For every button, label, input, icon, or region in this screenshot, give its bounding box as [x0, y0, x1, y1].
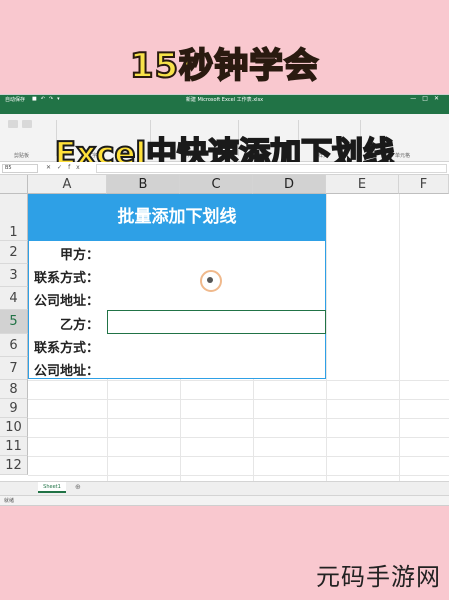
watermark: 元码手游网 [316, 563, 441, 591]
label-contact-b[interactable]: 联系方式： [28, 337, 99, 356]
row-header-11[interactable]: 11 [0, 437, 28, 456]
ribbon: 剪贴板 字体 对齐方式 数字 样式 单元格 Excel中快速添加下划线 [0, 114, 449, 173]
row-header-9[interactable]: 9 [0, 399, 28, 418]
formula-input[interactable] [96, 164, 447, 173]
select-all-corner[interactable] [0, 175, 28, 194]
row-header-2[interactable]: 2 [0, 241, 28, 264]
cut-icon[interactable] [22, 120, 32, 128]
spreadsheet-grid[interactable]: A B C D E F 1 2 3 4 5 6 7 8 9 10 11 12 批… [0, 175, 449, 481]
label-party-a[interactable]: 甲方： [28, 244, 99, 263]
column-header-d[interactable]: D [253, 175, 326, 194]
mouse-cursor-icon [207, 277, 213, 283]
title-bar: 自动保存 ■↶↷▾ 新建 Microsoft Excel 工作表.xlsx —□… [0, 95, 449, 105]
row-header-1[interactable]: 1 [0, 194, 28, 241]
column-header-a[interactable]: A [28, 175, 107, 194]
fx-icon[interactable]: ✕✓fx [46, 164, 86, 171]
name-box[interactable]: B5 [2, 164, 38, 173]
label-contact-a[interactable]: 联系方式： [28, 267, 99, 286]
label-address-b[interactable]: 公司地址： [28, 360, 99, 379]
column-header-c[interactable]: C [180, 175, 253, 194]
status-text: 就绪 [4, 498, 15, 504]
excel-window: 自动保存 ■↶↷▾ 新建 Microsoft Excel 工作表.xlsx —□… [0, 94, 449, 506]
add-sheet-icon[interactable]: ⊕ [75, 483, 81, 491]
label-party-b[interactable]: 乙方： [28, 314, 99, 333]
label-address-a[interactable]: 公司地址： [28, 290, 99, 309]
table-header-cell[interactable]: 批量添加下划线 [28, 194, 326, 241]
row-header-10[interactable]: 10 [0, 418, 28, 437]
sheet-tab-sheet1[interactable]: Sheet1 [38, 482, 66, 493]
row-header-4[interactable]: 4 [0, 287, 28, 310]
ribbon-tabs [0, 105, 449, 114]
active-cell-selection[interactable] [107, 310, 326, 334]
video-headline: 15秒钟学会 [129, 45, 320, 87]
row-header-6[interactable]: 6 [0, 334, 28, 357]
column-header-e[interactable]: E [326, 175, 399, 194]
formula-bar: B5 ✕✓fx [0, 162, 449, 175]
document-title: 新建 Microsoft Excel 工作表.xlsx [185, 97, 264, 103]
row-header-12[interactable]: 12 [0, 456, 28, 475]
status-bar: 就绪 [0, 495, 449, 505]
paste-icon[interactable] [8, 120, 18, 128]
row-header-5[interactable]: 5 [0, 310, 28, 334]
window-controls[interactable]: —□✕ [410, 95, 445, 102]
sheet-tab-bar: Sheet1 ⊕ [0, 481, 449, 495]
column-header-b[interactable]: B [107, 175, 180, 194]
row-header-7[interactable]: 7 [0, 357, 28, 380]
row-header-8[interactable]: 8 [0, 380, 28, 399]
column-header-f[interactable]: F [399, 175, 449, 194]
row-header-3[interactable]: 3 [0, 264, 28, 287]
